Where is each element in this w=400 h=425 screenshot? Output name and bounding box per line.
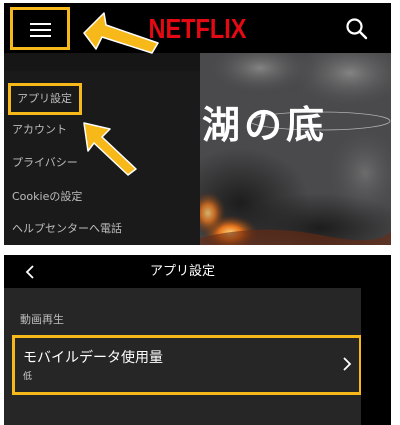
drawer-item-label: アプリ設定 xyxy=(17,92,72,105)
drawer-header-strip xyxy=(4,53,200,71)
page-title: アプリ設定 xyxy=(149,264,215,279)
netflix-home-screen: NETFLIX アプリ設定 アカウント プライバシー Cookieの設定 ヘルプ… xyxy=(4,3,391,245)
drawer-item-account[interactable]: アカウント xyxy=(12,123,67,137)
hero-title: 湖の底 xyxy=(202,102,329,147)
drawer-item-app-settings[interactable]: アプリ設定 xyxy=(8,83,82,115)
drawer-item-help-center-call[interactable]: ヘルプセンターへ電話 xyxy=(12,222,122,236)
pointer-arrow-icon xyxy=(83,122,137,176)
hero-background-image xyxy=(200,53,391,245)
hero-artwork: 湖の底 xyxy=(200,53,391,245)
drawer-item-privacy[interactable]: プライバシー xyxy=(12,156,78,170)
mobile-data-usage-row[interactable]: モバイルデータ使用量 低 xyxy=(12,335,362,395)
drawer-item-cookie-settings[interactable]: Cookieの設定 xyxy=(12,190,82,204)
side-strip xyxy=(361,255,391,425)
settings-header: アプリ設定 xyxy=(4,255,361,288)
search-button[interactable] xyxy=(344,16,370,42)
setting-title: モバイルデータ使用量 xyxy=(23,350,163,366)
app-settings-screen: アプリ設定 動画再生 モバイルデータ使用量 低 xyxy=(4,255,391,425)
search-icon xyxy=(346,18,368,40)
settings-content: アプリ設定 動画再生 モバイルデータ使用量 低 xyxy=(4,255,362,425)
section-label-video-playback: 動画再生 xyxy=(20,313,64,326)
pointer-arrow-icon xyxy=(83,12,159,54)
top-app-bar: NETFLIX xyxy=(4,3,391,53)
setting-value: 低 xyxy=(23,372,33,382)
chevron-right-icon xyxy=(343,357,352,371)
